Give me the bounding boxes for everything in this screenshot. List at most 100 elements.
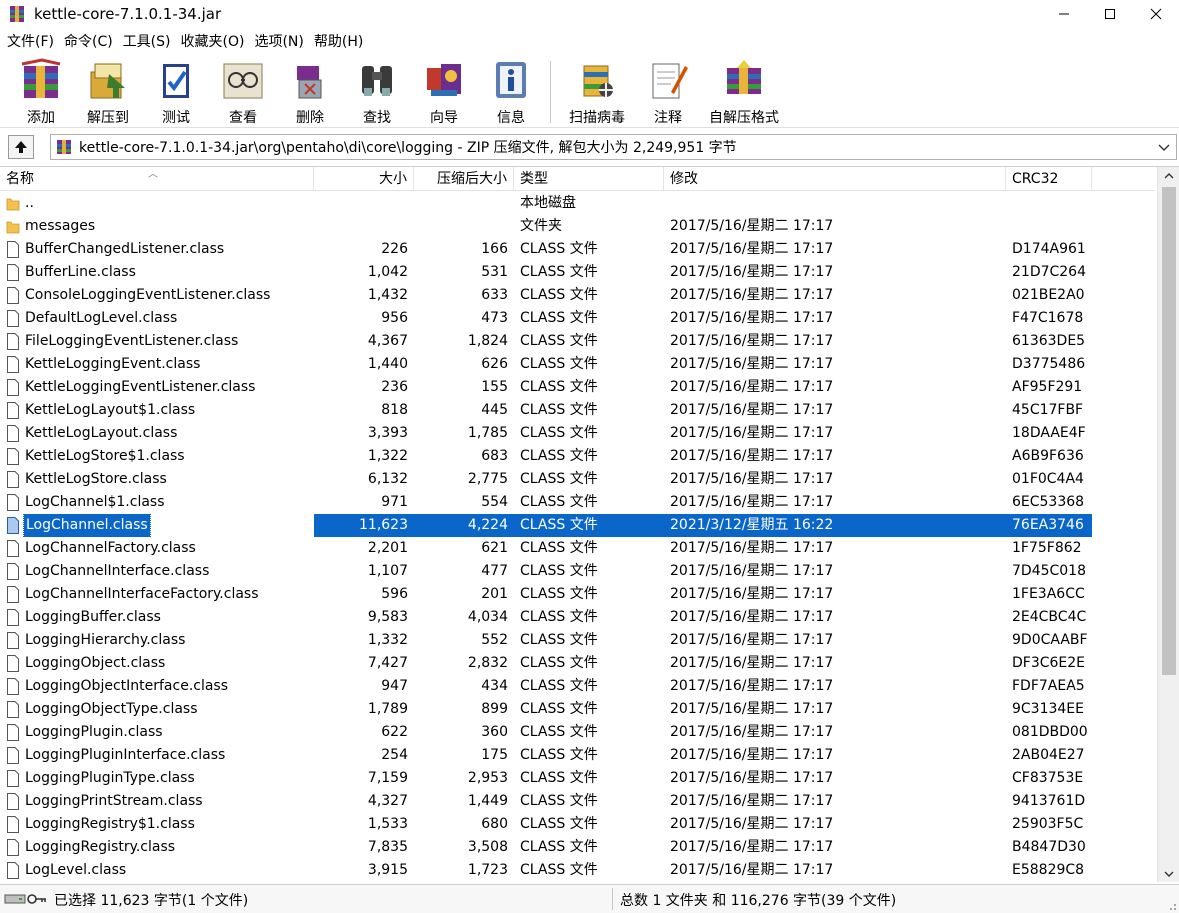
- extract-to-button[interactable]: 解压到: [74, 55, 142, 127]
- column-name-label: 名称: [6, 171, 34, 187]
- file-row[interactable]: BufferLine.class 1,042 531 CLASS 文件 2017/5/1…: [0, 261, 1155, 284]
- minimize-button[interactable]: [1041, 0, 1087, 28]
- file-row[interactable]: LoggingObjectType.class 1,789 899 CLASS 文件 2…: [0, 698, 1155, 721]
- file-type: CLASS 文件: [520, 793, 598, 809]
- file-name-cell: FileLoggingEventListener.class: [0, 330, 314, 353]
- file-row[interactable]: LoggingObjectInterface.class 947 434 CLASS …: [0, 675, 1155, 698]
- file-type: CLASS 文件: [520, 609, 598, 625]
- virus-scan-button[interactable]: 扫描病毒: [557, 55, 637, 127]
- file-type: CLASS 文件: [520, 264, 598, 280]
- file-row[interactable]: LoggingPlugin.class 622 360 CLASS 文件 2017/5/…: [0, 721, 1155, 744]
- chevron-down-icon[interactable]: [1156, 138, 1172, 156]
- info-button[interactable]: 信息: [478, 55, 544, 127]
- file-size: 956: [381, 310, 408, 326]
- file-name: LogLevel.class: [25, 862, 127, 878]
- delete-button[interactable]: 删除: [276, 55, 344, 127]
- file-size: 7,427: [367, 655, 408, 671]
- file-crc: 1FE3A6CC: [1012, 586, 1085, 602]
- file-row[interactable]: LogChannel.class 11,623 4,224 CLASS 文件 2021/…: [0, 514, 1155, 537]
- toolbar: 添加 解压到 测试 查看 删除 查找 向导 信息 扫描病毒 注释 自解压格式: [0, 55, 1179, 128]
- file-row[interactable]: LogLevel.class 3,915 1,723 CLASS 文件 2017/5/1…: [0, 859, 1155, 882]
- file-icon: [7, 770, 19, 787]
- file-row[interactable]: BufferChangedListener.class 226 166 CLASS 文…: [0, 238, 1155, 261]
- find-button[interactable]: 查找: [344, 55, 410, 127]
- view-button[interactable]: 查看: [210, 55, 276, 127]
- menu-favorites[interactable]: 收藏夹(O): [176, 31, 250, 53]
- file-name-cell: KettleLogStore$1.class: [0, 445, 314, 468]
- winrar-app-icon[interactable]: [8, 5, 26, 23]
- file-row[interactable]: LogChannelInterfaceFactory.class 596 201 CL…: [0, 583, 1155, 606]
- file-row[interactable]: LoggingPluginType.class 7,159 2,953 CLASS 文…: [0, 767, 1155, 790]
- file-modified: 2017/5/16/星期二 17:17: [670, 241, 834, 257]
- file-row[interactable]: KettleLogStore.class 6,132 2,775 CLASS 文件 20…: [0, 468, 1155, 491]
- file-icon: [7, 402, 19, 419]
- add-button[interactable]: 添加: [8, 55, 74, 127]
- folder-row[interactable]: .. 本地磁盘: [0, 192, 1155, 215]
- file-row[interactable]: LoggingRegistry.class 7,835 3,508 CLASS 文件 2…: [0, 836, 1155, 859]
- menu-help[interactable]: 帮助(H): [309, 31, 368, 53]
- file-type: CLASS 文件: [520, 494, 598, 510]
- file-row[interactable]: LogChannelInterface.class 1,107 477 CLASS 文…: [0, 560, 1155, 583]
- column-packed[interactable]: 压缩后大小: [414, 167, 514, 191]
- file-icon: [7, 264, 19, 281]
- file-row[interactable]: LogChannel$1.class 971 554 CLASS 文件 2017/5/1…: [0, 491, 1155, 514]
- file-row[interactable]: LogChannelFactory.class 2,201 621 CLASS 文件 2…: [0, 537, 1155, 560]
- file-crc: D174A961: [1012, 241, 1086, 257]
- maximize-button[interactable]: [1087, 0, 1133, 28]
- column-crc[interactable]: CRC32: [1006, 167, 1092, 191]
- file-name: KettleLogLayout$1.class: [25, 402, 196, 418]
- file-icon: [7, 632, 19, 649]
- file-size: 7,835: [367, 839, 408, 855]
- status-divider: [612, 888, 613, 910]
- file-name-cell: LoggingRegistry.class: [0, 836, 314, 859]
- comment-button[interactable]: 注释: [637, 55, 699, 127]
- test-button[interactable]: 测试: [142, 55, 210, 127]
- up-folder-button[interactable]: [8, 135, 34, 159]
- file-name: LoggingPluginInterface.class: [25, 747, 226, 763]
- file-packed-size: 4,224: [414, 514, 514, 537]
- file-size: 1,107: [367, 563, 408, 579]
- resize-grip-icon[interactable]: [1165, 899, 1177, 911]
- file-row[interactable]: KettleLoggingEventListener.class 236 155 CL…: [0, 376, 1155, 399]
- file-row[interactable]: LoggingBuffer.class 9,583 4,034 CLASS 文件 201…: [0, 606, 1155, 629]
- file-row[interactable]: LoggingObject.class 7,427 2,832 CLASS 文件 201…: [0, 652, 1155, 675]
- file-name: LoggingPlugin.class: [25, 724, 163, 740]
- column-type[interactable]: 类型: [514, 167, 664, 191]
- add-label: 添加: [27, 110, 55, 126]
- file-type: CLASS 文件: [520, 333, 598, 349]
- file-row[interactable]: LoggingPrintStream.class 4,327 1,449 CLASS …: [0, 790, 1155, 813]
- file-row[interactable]: KettleLogLayout$1.class 818 445 CLASS 文件 201…: [0, 399, 1155, 422]
- file-row[interactable]: LoggingRegistry$1.class 1,533 680 CLASS 文件 2…: [0, 813, 1155, 836]
- file-row[interactable]: DefaultLogLevel.class 956 473 CLASS 文件 2017/…: [0, 307, 1155, 330]
- folder-row[interactable]: messages 文件夹 2017/5/16/星期二 17:17: [0, 215, 1155, 238]
- file-row[interactable]: FileLoggingEventListener.class 4,367 1,824…: [0, 330, 1155, 353]
- vertical-scrollbar[interactable]: [1157, 167, 1179, 882]
- sfx-button[interactable]: 自解压格式: [699, 55, 789, 127]
- menu-file[interactable]: 文件(F): [2, 31, 59, 53]
- column-size[interactable]: 大小: [314, 167, 414, 191]
- wizard-button[interactable]: 向导: [410, 55, 478, 127]
- scrollbar-thumb[interactable]: [1162, 187, 1176, 675]
- file-row[interactable]: KettleLogLayout.class 3,393 1,785 CLASS 文件 2…: [0, 422, 1155, 445]
- file-row[interactable]: KettleLoggingEvent.class 1,440 626 CLASS 文件…: [0, 353, 1155, 376]
- menu-options[interactable]: 选项(N): [249, 31, 308, 53]
- menu-tools[interactable]: 工具(S): [118, 31, 176, 53]
- scroll-down-button[interactable]: [1158, 865, 1179, 882]
- column-name[interactable]: 名称 ︿: [0, 167, 314, 191]
- menu-commands[interactable]: 命令(C): [59, 31, 118, 53]
- file-modified: 2017/5/16/星期二 17:17: [670, 747, 834, 763]
- file-size: 622: [381, 724, 408, 740]
- column-modified[interactable]: 修改: [664, 167, 1006, 191]
- file-packed-size: 1,723: [467, 862, 508, 878]
- file-row[interactable]: KettleLogStore$1.class 1,322 683 CLASS 文件 20…: [0, 445, 1155, 468]
- file-row[interactable]: ConsoleLoggingEventListener.class 1,432 63…: [0, 284, 1155, 307]
- path-field[interactable]: kettle-core-7.1.0.1-34.jar\org\pentaho\d…: [50, 134, 1177, 160]
- file-row[interactable]: LoggingHierarchy.class 1,332 552 CLASS 文件 20…: [0, 629, 1155, 652]
- file-crc: 081DBD00: [1012, 724, 1088, 740]
- scroll-up-button[interactable]: [1158, 167, 1179, 185]
- file-row[interactable]: LoggingPluginInterface.class 254 175 CLASS …: [0, 744, 1155, 767]
- file-name-cell: LoggingPrintStream.class: [0, 790, 314, 813]
- file-crc: 2AB04E27: [1012, 747, 1085, 763]
- file-modified: 2017/5/16/星期二 17:17: [670, 839, 834, 855]
- close-button[interactable]: [1133, 0, 1179, 28]
